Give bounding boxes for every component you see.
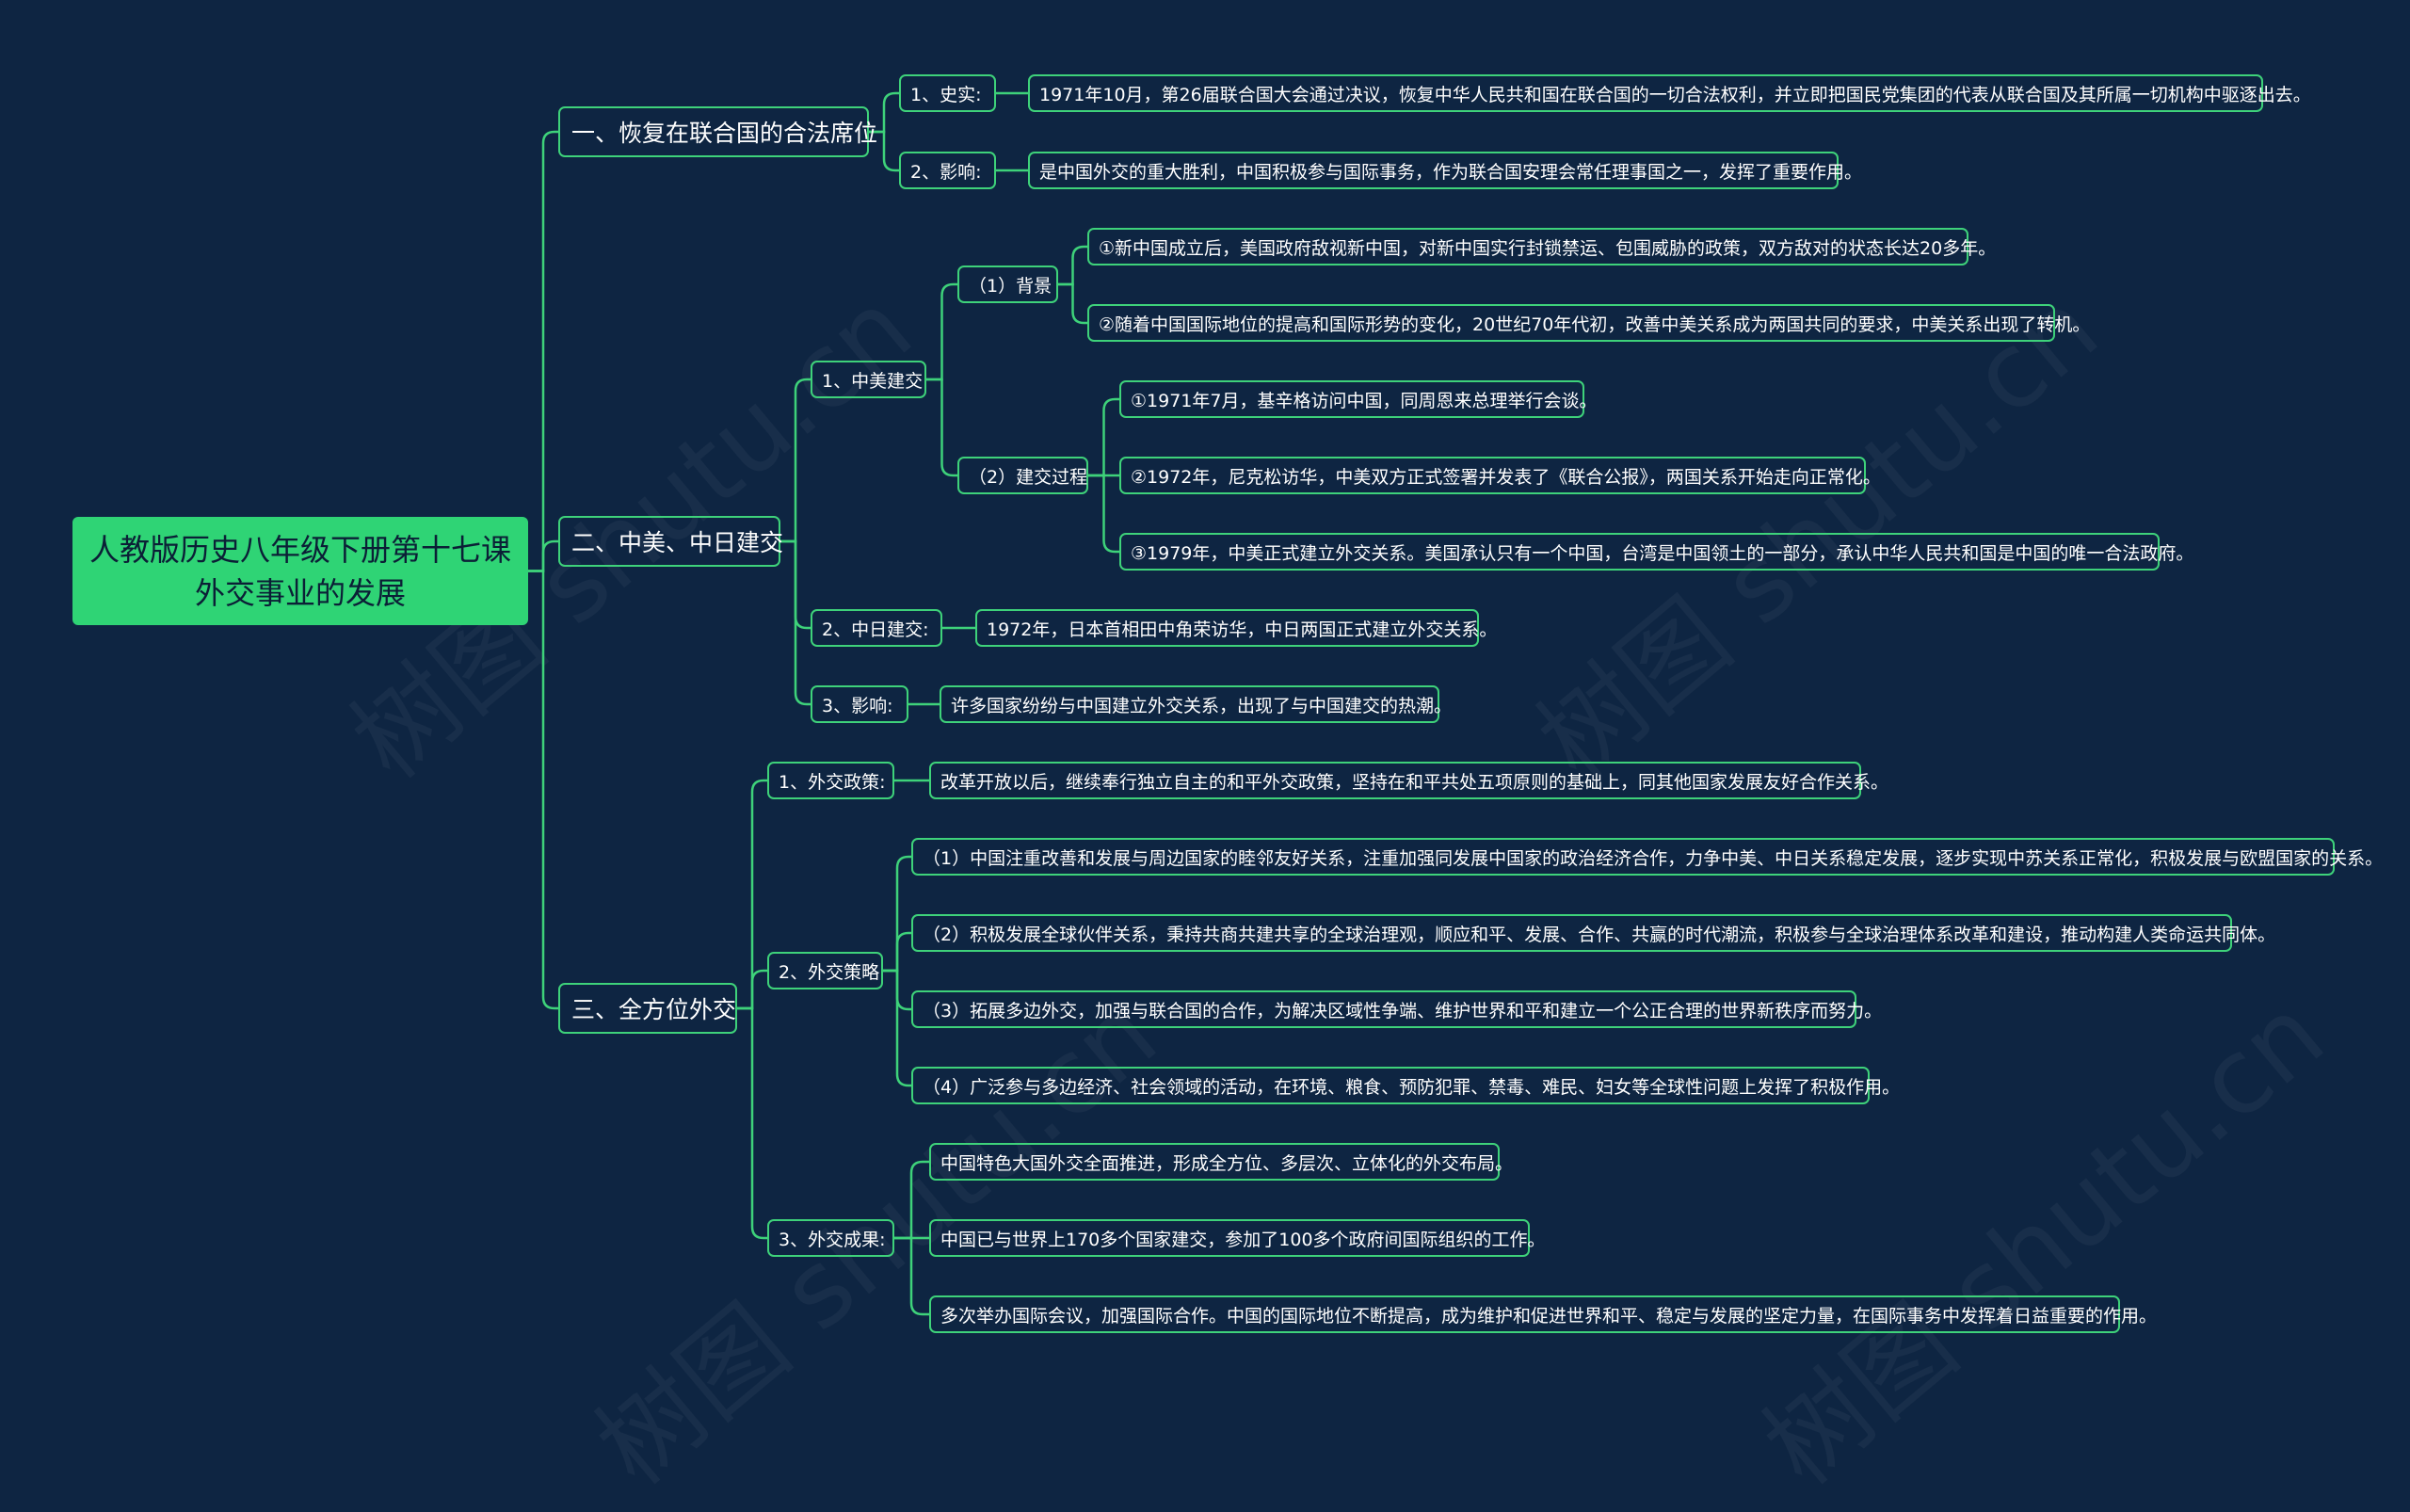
- mind-map-canvas: 树图 shutu.cn 树图 shutu.cn 树图 shutu.cn 树图 s…: [0, 0, 2410, 1507]
- leaf-background-2[interactable]: ②随着中国国际地位的提高和国际形势的变化，20世纪70年代初，改善中美关系成为两…: [1087, 304, 2090, 342]
- topic-un-seat[interactable]: 一、恢复在联合国的合法席位: [558, 106, 877, 157]
- subtopic-influence[interactable]: 3、影响:: [811, 685, 908, 723]
- connector-line: [926, 282, 957, 381]
- connector-line: [780, 378, 811, 543]
- connector-line: [528, 570, 558, 1010]
- subtopic-sino-japan[interactable]: 2、中日建交:: [811, 609, 942, 647]
- connector-line: [528, 130, 558, 572]
- leaf-achievement-2[interactable]: 中国已与世界上170多个国家建交，参加了100多个政府间国际组织的工作。: [929, 1219, 1546, 1257]
- leaf-process-3[interactable]: ③1979年，中美正式建立外交关系。美国承认只有一个中国，台湾是中国领土的一部分…: [1119, 533, 2193, 571]
- subtopic-policy[interactable]: 1、外交政策:: [767, 762, 894, 799]
- subtopic-background[interactable]: （1）背景: [957, 265, 1058, 303]
- leaf-impact-text[interactable]: 是中国外交的重大胜利，中国积极参与国际事务，作为联合国安理会常任理事国之一，发挥…: [1028, 152, 1862, 189]
- leaf-strategy-4[interactable]: （4）广泛参与多边经济、社会领域的活动，在环境、粮食、预防犯罪、禁毒、难民、妇女…: [911, 1067, 1900, 1104]
- connector-line: [894, 1160, 929, 1240]
- topic-omnidirectional-diplomacy[interactable]: 三、全方位外交: [558, 983, 737, 1034]
- connector-line: [883, 931, 911, 973]
- leaf-strategy-3[interactable]: （3）拓展多边外交，加强与联合国的合作，为解决区域性争端、维护世界和平和建立一个…: [911, 990, 1882, 1028]
- leaf-background-1[interactable]: ①新中国成立后，美国政府敌视新中国，对新中国实行封锁禁运、包围威胁的政策，双方敌…: [1087, 228, 1996, 265]
- connector-line: [737, 779, 767, 1010]
- root-title-line2: 外交事业的发展: [194, 574, 406, 611]
- leaf-process-1[interactable]: ①1971年7月，基辛格访问中国，同周恩来总理举行会谈。: [1119, 380, 1597, 418]
- leaf-achievement-3[interactable]: 多次举办国际会议，加强国际合作。中国的国际地位不断提高，成为维护和促进世界和平、…: [929, 1295, 2157, 1333]
- subtopic-process[interactable]: （2）建交过程: [957, 457, 1088, 494]
- connector-line: [737, 969, 767, 1010]
- root-topic[interactable]: 人教版历史八年级下册第十七课 外交事业的发展: [72, 517, 528, 625]
- connector-line: [1088, 474, 1119, 554]
- connector-line: [1058, 282, 1087, 325]
- root-title-line1: 人教版历史八年级下册第十七课: [88, 531, 511, 568]
- subtopic-facts[interactable]: 1、史实:: [899, 74, 996, 112]
- leaf-strategy-2[interactable]: （2）积极发展全球伙伴关系，秉持共商共建共享的全球治理观，顺应和平、发展、合作、…: [911, 914, 2275, 952]
- connector-line: [1058, 245, 1087, 286]
- connector-line: [883, 969, 911, 1087]
- subtopic-strategy[interactable]: 2、外交策略: [767, 952, 883, 989]
- connector-line: [737, 1006, 767, 1240]
- subtopic-achievements[interactable]: 3、外交成果:: [767, 1219, 894, 1257]
- leaf-sino-japan-text[interactable]: 1972年，日本首相田中角荣访华，中日两国正式建立外交关系。: [975, 609, 1497, 647]
- connector-line: [926, 378, 957, 477]
- leaf-process-2[interactable]: ②1972年，尼克松访华，中美双方正式签署并发表了《联合公报》，两国关系开始走向…: [1119, 457, 1881, 494]
- leaf-strategy-1[interactable]: （1）中国注重改善和发展与周边国家的睦邻友好关系，注重加强同发展中国家的政治经济…: [911, 838, 2383, 876]
- topic-us-japan-relations[interactable]: 二、中美、中日建交: [558, 516, 783, 567]
- leaf-influence-text[interactable]: 许多国家纷纷与中国建立外交关系，出现了与中国建交的热潮。: [940, 685, 1452, 723]
- leaf-achievement-1[interactable]: 中国特色大国外交全面推进，形成全方位、多层次、立体化的外交布局。: [929, 1143, 1513, 1181]
- connector-line: [894, 1236, 929, 1316]
- subtopic-impact[interactable]: 2、影响:: [899, 152, 996, 189]
- connector-line: [780, 539, 811, 706]
- leaf-facts-text[interactable]: 1971年10月，第26届联合国大会通过决议，恢复中华人民共和国在联合国的一切合…: [1028, 74, 2311, 112]
- connector-line: [1088, 397, 1119, 477]
- leaf-policy-text[interactable]: 改革开放以后，继续奉行独立自主的和平外交政策，坚持在和平共处五项原则的基础上，同…: [929, 762, 1888, 799]
- subtopic-sino-us[interactable]: 1、中美建交: [811, 361, 926, 398]
